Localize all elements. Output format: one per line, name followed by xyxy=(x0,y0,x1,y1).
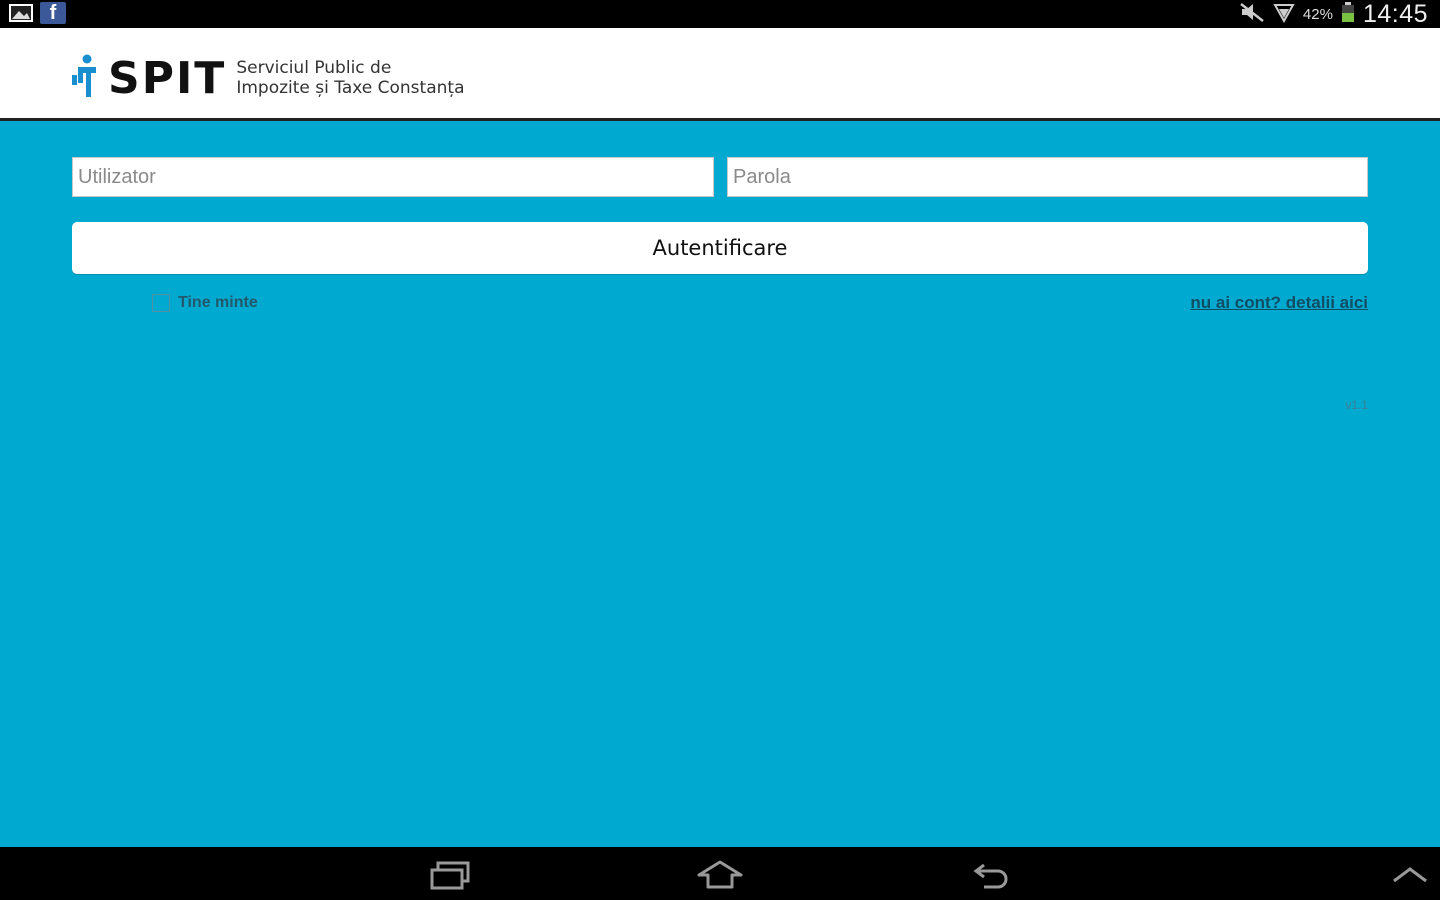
gallery-icon xyxy=(8,2,34,24)
account-details-link[interactable]: nu ai cont? detalii aici xyxy=(1190,293,1368,313)
logo-brand: SPIT xyxy=(108,52,227,104)
logo-subtitle: Serviciul Public de Impozite și Taxe Con… xyxy=(236,58,464,98)
clock: 14:45 xyxy=(1362,0,1428,28)
recent-apps-icon[interactable] xyxy=(420,855,480,895)
status-bar: f 42% 14:45 xyxy=(0,0,1440,28)
notification-area: f xyxy=(8,2,66,24)
spit-logo: SPIT Serviciul Public de Impozite și Tax… xyxy=(72,50,464,106)
remember-me[interactable]: Tine minte xyxy=(152,294,258,312)
battery-icon xyxy=(1341,1,1355,28)
battery-percent: 42% xyxy=(1302,5,1333,23)
home-icon[interactable] xyxy=(690,855,750,895)
logo-subtitle-line2: Impozite și Taxe Constanța xyxy=(236,78,465,98)
remember-label: Tine minte xyxy=(178,294,258,311)
wifi-icon xyxy=(1273,1,1295,28)
app-header: SPIT Serviciul Public de Impozite și Tax… xyxy=(0,28,1440,121)
back-icon[interactable] xyxy=(962,855,1022,895)
username-input[interactable] xyxy=(72,157,714,197)
facebook-icon: f xyxy=(40,2,66,24)
remember-checkbox[interactable] xyxy=(152,294,170,312)
system-indicators: 42% 14:45 xyxy=(1239,0,1428,28)
mute-icon xyxy=(1239,1,1265,28)
person-icon xyxy=(72,53,102,104)
navigation-bar xyxy=(0,847,1440,900)
chevron-up-icon[interactable] xyxy=(1380,855,1440,895)
login-button[interactable]: Autentificare xyxy=(72,222,1368,274)
login-form: Autentificare Tine minte nu ai cont? det… xyxy=(0,121,1440,847)
password-input[interactable] xyxy=(727,157,1368,197)
app-screen: f 42% 14:45 SPIT Serviciul Public de Imp… xyxy=(0,0,1440,900)
version-label: v1.1 xyxy=(1345,398,1368,412)
logo-subtitle-line1: Serviciul Public de xyxy=(236,58,392,78)
